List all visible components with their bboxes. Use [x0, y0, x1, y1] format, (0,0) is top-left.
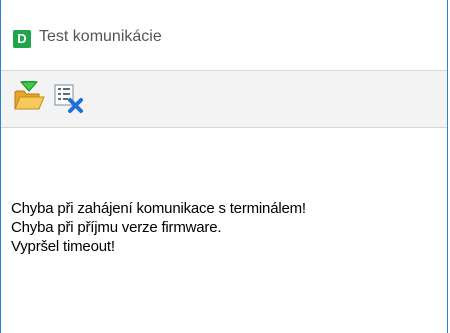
dialog-window: D Test komunikácie Chyba při zahájení ko… — [0, 0, 448, 333]
list-delete-icon — [54, 84, 83, 113]
app-icon: D — [13, 30, 31, 48]
window-title: Test komunikácie — [39, 28, 162, 45]
toolbar — [1, 70, 447, 128]
log-line: Chyba při příjmu verze firmware. — [11, 219, 222, 236]
folder-open-green-arrow-icon — [14, 81, 45, 110]
open-button[interactable] — [11, 79, 47, 115]
log-line: Chyba při zahájení komunikace s terminál… — [11, 200, 306, 217]
log-area[interactable]: Chyba při zahájení komunikace s terminál… — [1, 128, 447, 333]
log-line: Vypršel timeout! — [11, 238, 115, 255]
title-bar[interactable]: D Test komunikácie — [1, 0, 447, 70]
clear-log-button[interactable] — [51, 79, 87, 115]
log-text: Chyba při zahájení komunikace s terminál… — [11, 199, 306, 256]
